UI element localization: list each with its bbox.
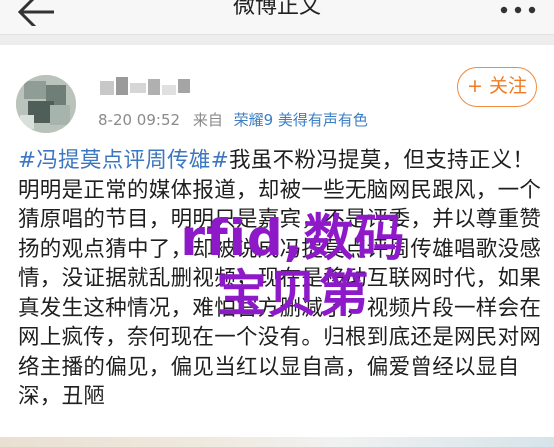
hashtag-link[interactable]: #冯提莫点评周传雄#: [18, 148, 229, 173]
avatar-pixel: [20, 115, 34, 129]
avatar-pixel: [24, 81, 46, 99]
username-pixel: [130, 83, 146, 93]
post-card: 8-20 09:52 来自 荣耀9 美得有声有色 + 关注 #冯提莫点评周传雄#…: [0, 45, 554, 447]
username-pixel: [178, 79, 190, 93]
username-pixel: [148, 79, 160, 95]
follow-button[interactable]: + 关注: [457, 67, 537, 107]
post-source-prefix: 来自: [192, 111, 223, 129]
username-pixel: [162, 85, 176, 95]
post-body: #冯提莫点评周传雄#我虽不粉冯提莫，但支持正义！明明是正常的媒体报道，却被一些无…: [18, 146, 542, 412]
navigation-bar: 微博正文: [0, 0, 554, 35]
more-dots-icon: [500, 6, 536, 14]
post-meta: 8-20 09:52 来自 荣耀9 美得有声有色: [98, 109, 368, 130]
avatar-pixel: [50, 105, 70, 125]
post-source[interactable]: 荣耀9 美得有声有色: [234, 111, 368, 129]
post-body-text: 我虽不粉冯提莫，但支持正义！明明是正常的媒体报道，却被一些无脑网民跟风，一个猜原…: [18, 148, 542, 409]
page-title: 微博正文: [232, 0, 321, 19]
username-pixel: [116, 77, 128, 95]
post-time: 8-20 09:52: [98, 111, 181, 129]
image-preview-strip[interactable]: [0, 437, 554, 447]
more-button[interactable]: [496, 0, 544, 20]
avatar[interactable]: [16, 75, 76, 133]
username-pixel: [100, 81, 114, 95]
username-blurred[interactable]: [100, 77, 192, 99]
